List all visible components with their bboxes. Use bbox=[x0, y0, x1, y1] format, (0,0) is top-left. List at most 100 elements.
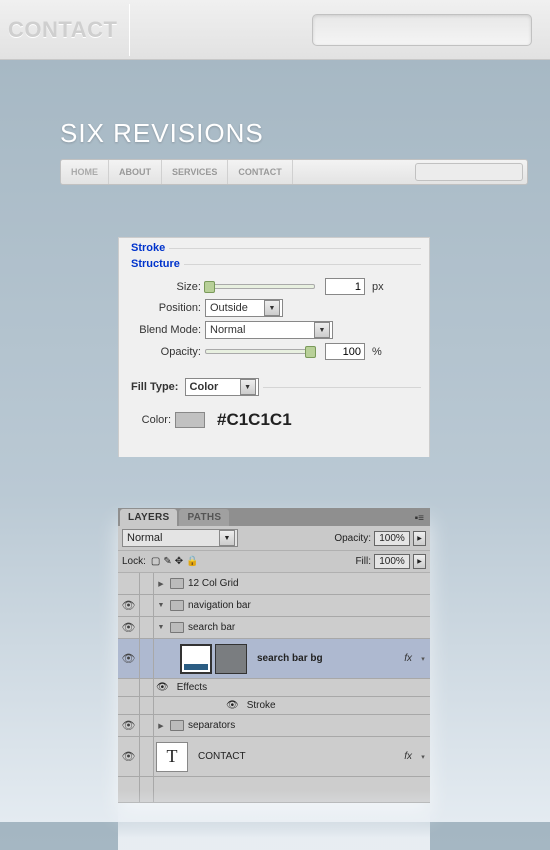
lock-pixels-icon[interactable]: ✎ bbox=[163, 556, 171, 567]
visibility-toggle[interactable] bbox=[118, 573, 140, 594]
triangle-down-icon[interactable]: ▼ bbox=[156, 624, 166, 631]
eye-icon[interactable]: 👁 bbox=[226, 700, 239, 711]
layer-row[interactable]: 👁 T CONTACT fx ▾ bbox=[118, 737, 430, 777]
link-cell[interactable] bbox=[140, 573, 154, 594]
opacity-slider[interactable] bbox=[205, 349, 315, 354]
blend-opacity-row: Normal ▼ Opacity: 100% ▶ bbox=[118, 526, 430, 551]
fx-badge[interactable]: fx bbox=[404, 751, 412, 762]
visibility-toggle[interactable]: 👁 bbox=[118, 617, 140, 638]
eye-icon[interactable]: 👁 bbox=[156, 682, 169, 693]
blend-value: Normal bbox=[210, 324, 245, 336]
layer-opacity-input[interactable]: 100% bbox=[374, 531, 410, 546]
structure-fieldset: Structure Size: px Position: Outside ▼ B… bbox=[127, 258, 421, 370]
top-search-input[interactable] bbox=[312, 14, 532, 46]
text-layer-icon[interactable]: T bbox=[156, 742, 188, 772]
layer-row[interactable]: ▶ 12 Col Grid bbox=[118, 573, 430, 595]
layer-name: search bar bg bbox=[257, 653, 323, 664]
menu-home[interactable]: HOME bbox=[61, 160, 109, 184]
layer-thumbs bbox=[180, 644, 247, 674]
triangle-right-icon[interactable]: ▶ bbox=[156, 580, 166, 588]
triangle-down-icon[interactable]: ▾ bbox=[418, 753, 428, 761]
visibility-toggle[interactable] bbox=[118, 697, 140, 715]
visibility-toggle[interactable]: 👁 bbox=[118, 595, 140, 616]
layer-row[interactable]: 👁 ▶separators bbox=[118, 715, 430, 737]
lock-label: Lock: bbox=[122, 556, 146, 567]
triangle-right-icon[interactable]: ▶ bbox=[156, 722, 166, 730]
slider-thumb-icon[interactable] bbox=[305, 346, 316, 358]
site-title: SIX REVISIONS bbox=[60, 118, 550, 149]
lock-transparency-icon[interactable]: ▢ bbox=[151, 556, 160, 567]
opacity-input[interactable] bbox=[325, 343, 365, 360]
lock-icons: ▢ ✎ ✥ 🔒 bbox=[151, 556, 199, 567]
layer-blend-select[interactable]: Normal ▼ bbox=[122, 529, 238, 547]
tab-paths[interactable]: PATHS bbox=[179, 509, 229, 526]
link-cell[interactable] bbox=[140, 679, 154, 697]
visibility-toggle[interactable]: 👁 bbox=[118, 639, 140, 678]
color-swatch[interactable] bbox=[175, 412, 205, 428]
link-cell[interactable] bbox=[140, 697, 154, 715]
fill-flyout-icon[interactable]: ▶ bbox=[413, 554, 426, 569]
lock-position-icon[interactable]: ✥ bbox=[175, 556, 183, 567]
layer-opacity-label: Opacity: bbox=[334, 533, 371, 544]
layer-row[interactable] bbox=[118, 777, 430, 803]
link-cell[interactable] bbox=[140, 737, 154, 776]
folder-icon bbox=[170, 578, 184, 589]
layer-fill-input[interactable]: 100% bbox=[374, 554, 410, 569]
contact-label: CONTACT bbox=[8, 17, 117, 43]
visibility-toggle[interactable] bbox=[118, 777, 140, 802]
layers-panel: LAYERS PATHS ▪≡ Normal ▼ Opacity: 100% ▶… bbox=[118, 508, 430, 803]
menu-about[interactable]: ABOUT bbox=[109, 160, 162, 184]
layer-blend-value: Normal bbox=[127, 532, 162, 544]
layer-row[interactable]: 👁 ▼ search bar bbox=[118, 617, 430, 639]
size-slider[interactable] bbox=[205, 284, 315, 289]
visibility-toggle[interactable]: 👁 bbox=[118, 715, 140, 736]
color-row: Color: #C1C1C1 bbox=[127, 410, 421, 430]
layer-row[interactable]: 👁 Stroke bbox=[118, 697, 430, 715]
lock-all-icon[interactable]: 🔒 bbox=[186, 556, 198, 567]
position-row: Position: Outside ▼ bbox=[127, 299, 421, 317]
link-cell[interactable] bbox=[140, 639, 154, 678]
layer-name: navigation bar bbox=[188, 600, 251, 611]
design-preview: SIX REVISIONS HOME ABOUT SERVICES CONTAC… bbox=[0, 118, 550, 185]
layer-row[interactable]: 👁Effects bbox=[118, 679, 430, 697]
panel-menu-icon[interactable]: ▪≡ bbox=[409, 511, 430, 526]
opacity-flyout-icon[interactable]: ▶ bbox=[413, 531, 426, 546]
link-cell[interactable] bbox=[140, 777, 154, 802]
stroke-settings-panel: Stroke Structure Size: px Position: Outs… bbox=[118, 237, 430, 457]
visibility-toggle[interactable]: 👁 bbox=[118, 737, 140, 776]
tab-layers[interactable]: LAYERS bbox=[120, 509, 177, 526]
size-unit: px bbox=[372, 281, 384, 293]
size-input[interactable] bbox=[325, 278, 365, 295]
filltype-select[interactable]: Color ▼ bbox=[185, 378, 259, 396]
menu-services[interactable]: SERVICES bbox=[162, 160, 228, 184]
opacity-row: Opacity: % bbox=[127, 343, 421, 360]
nav-divider bbox=[129, 4, 130, 56]
preview-search-input[interactable] bbox=[415, 163, 523, 181]
triangle-down-icon[interactable]: ▼ bbox=[156, 602, 166, 609]
position-select[interactable]: Outside ▼ bbox=[205, 299, 283, 317]
stroke-fieldset: Stroke Structure Size: px Position: Outs… bbox=[127, 242, 421, 446]
link-cell[interactable] bbox=[140, 617, 154, 638]
slider-thumb-icon[interactable] bbox=[204, 281, 215, 293]
visibility-toggle[interactable] bbox=[118, 679, 140, 697]
chevron-down-icon: ▼ bbox=[219, 530, 235, 546]
layer-name: search bar bbox=[188, 622, 235, 633]
layer-fill-label: Fill: bbox=[355, 556, 371, 567]
layer-row[interactable]: 👁 ▼ navigation bar bbox=[118, 595, 430, 617]
link-cell[interactable] bbox=[140, 595, 154, 616]
position-label: Position: bbox=[127, 302, 201, 314]
blend-select[interactable]: Normal ▼ bbox=[205, 321, 333, 339]
panel-tabs: LAYERS PATHS ▪≡ bbox=[118, 508, 430, 526]
layer-row-selected[interactable]: 👁 search bar bg fx ▾ bbox=[118, 639, 430, 679]
layer-thumbnail-icon[interactable] bbox=[180, 644, 212, 674]
folder-icon bbox=[170, 720, 184, 731]
menu-contact[interactable]: CONTACT bbox=[228, 160, 292, 184]
triangle-down-icon[interactable]: ▾ bbox=[418, 655, 428, 663]
fx-badge[interactable]: fx bbox=[404, 653, 412, 664]
preview-navbar: HOME ABOUT SERVICES CONTACT bbox=[60, 159, 528, 185]
layer-name: Stroke bbox=[247, 700, 276, 711]
layer-mask-icon[interactable] bbox=[215, 644, 247, 674]
link-cell[interactable] bbox=[140, 715, 154, 736]
lock-fill-row: Lock: ▢ ✎ ✥ 🔒 Fill: 100% ▶ bbox=[118, 551, 430, 573]
layer-name: 12 Col Grid bbox=[188, 578, 239, 589]
